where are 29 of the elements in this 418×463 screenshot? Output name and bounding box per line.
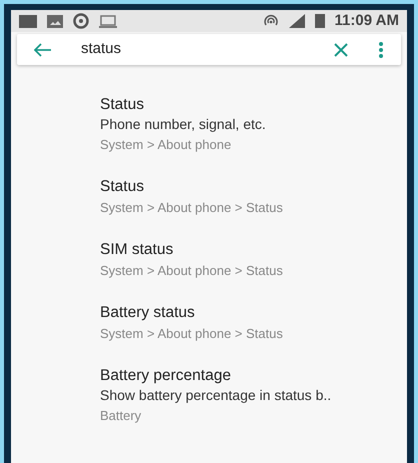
result-title: Status (100, 178, 145, 196)
result-path: Battery (100, 408, 142, 424)
result-path: System > About phone > Status (100, 263, 284, 279)
result-title: Status (100, 96, 145, 114)
square-icon (19, 14, 37, 28)
result-item[interactable]: Battery percentage Show battery percentage in status b.. Battery (100, 367, 407, 424)
hotspot-icon (262, 14, 279, 28)
result-summary: Phone number, signal, etc. (100, 115, 267, 133)
result-path: System > About phone > Status (100, 200, 284, 216)
result-item[interactable]: Status System > About phone > Status (100, 178, 407, 216)
clock-time: 11:09 AM (334, 10, 399, 31)
search-query[interactable]: status (81, 38, 329, 61)
result-item[interactable]: SIM status System > About phone > Status (100, 241, 407, 279)
signal-icon (288, 14, 305, 28)
laptop-icon (99, 14, 117, 28)
result-summary: Show battery percentage in status b.. (100, 386, 332, 404)
battery-icon (314, 14, 325, 28)
result-item[interactable]: Status Phone number, signal, etc. System > About phone (100, 96, 407, 153)
close-icon (333, 42, 349, 56)
result-path: System > About phone > Status (100, 326, 284, 342)
result-path: System > About phone (100, 137, 232, 153)
more-icon (379, 42, 383, 58)
result-title: Battery percentage (100, 367, 232, 385)
result-title: Battery status (100, 304, 196, 322)
image-icon (47, 14, 63, 28)
disc-icon (73, 13, 89, 29)
result-item[interactable]: Battery status System > About phone > Status (100, 304, 407, 342)
back-arrow-icon (34, 42, 52, 56)
result-title: SIM status (100, 241, 174, 259)
